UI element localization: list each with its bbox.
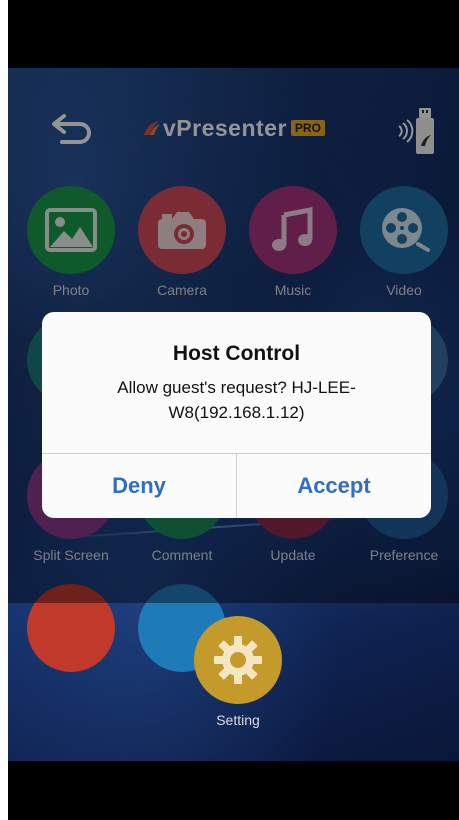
host-control-dialog: Host Control Allow guest's request? HJ-L… — [42, 312, 431, 518]
app-screen: vPresenter PRO Photo Camera Music Video … — [8, 68, 459, 761]
app-label: Setting — [216, 712, 260, 728]
accept-button[interactable]: Accept — [237, 454, 431, 518]
dialog-title: Host Control — [172, 342, 301, 365]
dialog-message: Allow guest's request? HJ-LEE-W8(192.168… — [117, 378, 356, 422]
deny-button[interactable]: Deny — [42, 454, 236, 518]
app-setting[interactable]: Setting — [194, 616, 282, 728]
gear-icon — [194, 616, 282, 704]
device-frame: vPresenter PRO Photo Camera Music Video … — [8, 0, 459, 820]
